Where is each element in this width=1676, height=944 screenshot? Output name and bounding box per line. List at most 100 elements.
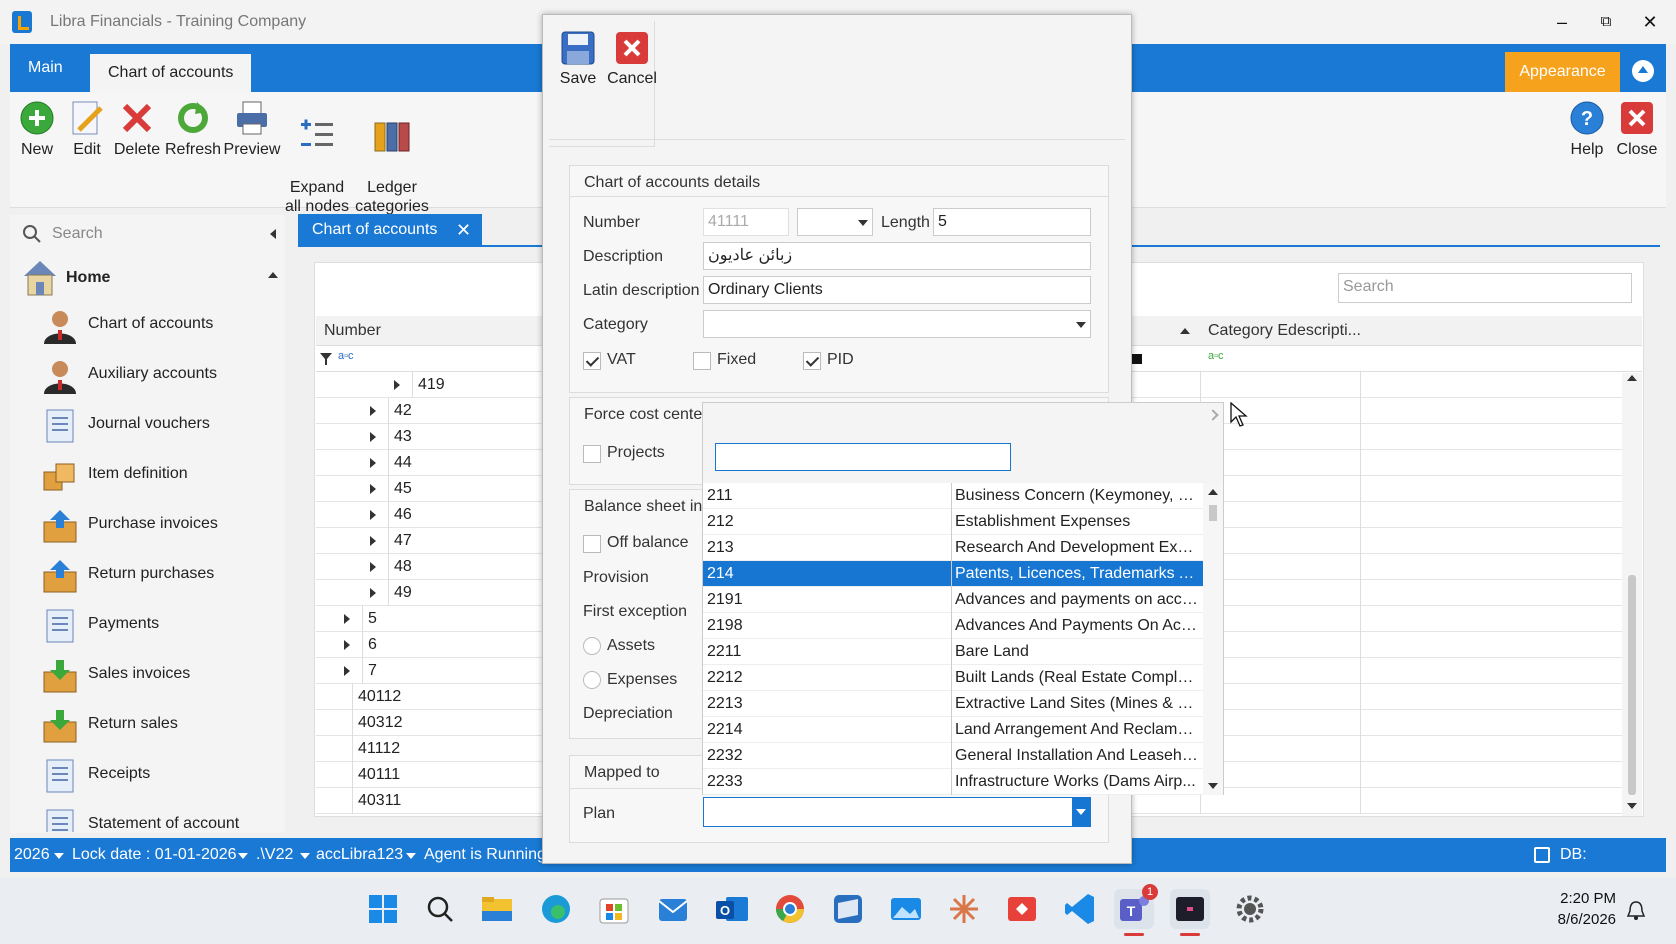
preview-button[interactable]: Preview <box>222 100 282 159</box>
year-dropdown-icon[interactable] <box>54 853 64 859</box>
mail-icon[interactable] <box>653 889 693 929</box>
windows-start-icon[interactable] <box>363 889 403 929</box>
table-row[interactable]: 43 <box>316 424 542 450</box>
column-header-category[interactable]: Category Edescripti... <box>1200 316 1360 346</box>
table-row[interactable]: 40111 <box>316 762 542 788</box>
expand-row-icon[interactable] <box>370 458 376 468</box>
expand-row-icon[interactable] <box>370 510 376 520</box>
chrome-icon[interactable] <box>770 889 810 929</box>
table-row[interactable]: 6 <box>316 632 542 658</box>
tab-main[interactable]: Main <box>10 44 81 92</box>
table-row[interactable]: 44 <box>316 450 542 476</box>
plan-option-row[interactable]: 212 Establishment Expenses <box>703 509 1203 535</box>
server-dropdown-icon[interactable] <box>300 853 310 859</box>
status-lock-date[interactable]: Lock date : 01-01-2026 <box>72 838 237 872</box>
projects-checkbox[interactable] <box>583 445 601 463</box>
sidebar-item-payments[interactable]: Payments <box>42 602 282 648</box>
cancel-button[interactable]: Cancel <box>607 31 657 88</box>
plan-option-row[interactable]: 2214 Land Arrangement And Reclamat... <box>703 717 1203 743</box>
popup-scrollbar[interactable] <box>1203 483 1223 795</box>
expand-row-icon[interactable] <box>370 484 376 494</box>
popup-scroll-thumb[interactable] <box>1209 505 1217 521</box>
db-dropdown-icon[interactable] <box>406 853 416 859</box>
sidebar-item-sales-invoices[interactable]: Sales invoices <box>42 652 282 698</box>
plan-option-row[interactable]: 213 Research And Development Expe... <box>703 535 1203 561</box>
popup-search-input[interactable] <box>715 443 1011 471</box>
vscode-icon[interactable] <box>1060 889 1100 929</box>
scroll-down-icon[interactable] <box>1627 803 1637 809</box>
appearance-button[interactable]: Appearance <box>1505 52 1620 92</box>
number-input[interactable]: 41111 <box>703 208 789 236</box>
plan-select[interactable] <box>703 797 1091 827</box>
table-row[interactable]: 48 <box>316 554 542 580</box>
outlook-icon[interactable]: O <box>712 889 752 929</box>
fixed-checkbox[interactable] <box>693 352 711 370</box>
table-row[interactable]: 7 <box>316 658 542 684</box>
description-input[interactable]: زبائن عاديون <box>703 242 1091 270</box>
expand-row-icon[interactable] <box>394 380 400 390</box>
number-type-select[interactable] <box>797 208 873 236</box>
new-button[interactable]: New <box>14 100 60 159</box>
document-tab-chart-of-accounts[interactable]: Chart of accounts <box>298 214 482 246</box>
expand-row-icon[interactable] <box>344 614 350 624</box>
expand-row-icon[interactable] <box>370 432 376 442</box>
anydesk-icon[interactable] <box>1002 889 1042 929</box>
table-row[interactable]: 419 <box>316 372 542 398</box>
popup-scroll-down-icon[interactable] <box>1208 783 1218 789</box>
sidebar-item-return-sales[interactable]: Return sales <box>42 702 282 748</box>
table-row-cells[interactable] <box>1130 372 1622 398</box>
taskbar-time[interactable]: 2:20 PM <box>1536 888 1616 909</box>
collapse-ribbon-icon[interactable] <box>1632 60 1654 82</box>
plan-option-row[interactable]: 2232 General Installation And Leaseho... <box>703 743 1203 769</box>
scroll-thumb[interactable] <box>1628 575 1636 795</box>
length-input[interactable]: 5 <box>933 208 1091 236</box>
expand-row-icon[interactable] <box>344 640 350 650</box>
close-tab-icon[interactable]: ✕ <box>456 214 478 246</box>
table-row[interactable]: 5 <box>316 606 542 632</box>
sidebar-item-receipts[interactable]: Receipts <box>42 752 282 798</box>
plan-option-row[interactable]: 2212 Built Lands (Real Estate Complex... <box>703 665 1203 691</box>
table-row[interactable]: 45 <box>316 476 542 502</box>
sidebar-item-auxiliary-accounts[interactable]: Auxiliary accounts <box>42 352 282 398</box>
lock-date-dropdown-icon[interactable] <box>238 853 248 859</box>
claude-icon[interactable] <box>944 889 984 929</box>
grid-search-input[interactable]: Search <box>1338 273 1632 303</box>
table-row[interactable]: 41112 <box>316 736 542 762</box>
photos-icon[interactable] <box>886 889 926 929</box>
close-window-button[interactable]: ✕ <box>1630 8 1670 36</box>
plan-option-row[interactable]: 214 Patents, Licences, Trademarks An... <box>703 561 1203 587</box>
close-button[interactable]: Close <box>1612 100 1662 159</box>
status-year[interactable]: 2026 <box>14 838 50 872</box>
table-row[interactable]: 42 <box>316 398 542 424</box>
category-select[interactable] <box>703 310 1091 338</box>
terminal-icon[interactable] <box>1170 889 1210 929</box>
status-db-name[interactable]: accLibra123 <box>316 838 403 872</box>
plan-option-row[interactable]: 2233 Infrastructure Works (Dams Airp... <box>703 769 1203 795</box>
refresh-button[interactable]: Refresh <box>164 100 222 159</box>
table-row[interactable]: 46 <box>316 502 542 528</box>
tab-chart-of-accounts[interactable]: Chart of accounts <box>90 54 252 92</box>
store-icon[interactable] <box>594 889 634 929</box>
sidebar-search[interactable]: Search <box>20 220 285 250</box>
expand-row-icon[interactable] <box>370 588 376 598</box>
minimize-button[interactable]: – <box>1542 8 1582 36</box>
sidebar-item-purchase-invoices[interactable]: Purchase invoices <box>42 502 282 548</box>
edit-button[interactable]: Edit <box>66 100 108 159</box>
search-icon[interactable] <box>420 889 460 929</box>
assets-radio[interactable] <box>583 637 601 655</box>
latin-description-input[interactable]: Ordinary Clients <box>703 276 1091 304</box>
collapse-home-icon[interactable] <box>268 272 278 278</box>
save-button[interactable]: Save <box>555 31 601 88</box>
sidebar-item-statement-of-account[interactable]: Statement of account <box>42 802 282 832</box>
table-row[interactable]: 40112 <box>316 684 542 710</box>
column-header-number[interactable]: Number <box>316 316 546 346</box>
sidebar-item-return-purchases[interactable]: Return purchases <box>42 552 282 598</box>
expand-row-icon[interactable] <box>370 406 376 416</box>
popup-scroll-up-icon[interactable] <box>1208 489 1218 495</box>
notification-bell-icon[interactable] <box>1626 900 1646 922</box>
off-balance-checkbox[interactable] <box>583 535 601 553</box>
plan-option-row[interactable]: 2213 Extractive Land Sites (Mines & Q... <box>703 691 1203 717</box>
sidebar-item-journal-vouchers[interactable]: Journal vouchers <box>42 402 282 448</box>
restore-button[interactable]: ⧉ <box>1586 8 1626 36</box>
plan-option-row[interactable]: 2211 Bare Land <box>703 639 1203 665</box>
